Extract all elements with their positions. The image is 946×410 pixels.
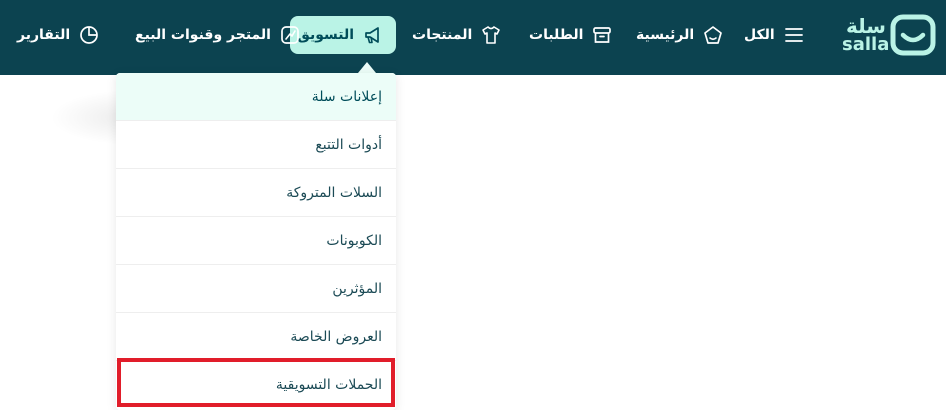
salla-logo[interactable]: سلة salla [840, 14, 936, 62]
nav-item-marketing[interactable]: التسويق [290, 16, 396, 54]
menu-item-coupons[interactable]: الكوبونات [116, 217, 396, 265]
logo-text-latin: salla [842, 34, 890, 55]
nav-item-store-channels[interactable]: المتجر وقنوات البيع [135, 16, 301, 54]
home-icon [704, 26, 723, 44]
menu-item-abandoned-carts[interactable]: السلات المتروكة [116, 169, 396, 217]
tshirt-icon [482, 26, 501, 44]
menu-icon [784, 28, 803, 42]
menu-item-special-offers[interactable]: العروض الخاصة [116, 313, 396, 361]
nav-label-products: المنتجات [412, 27, 473, 43]
marketing-dropdown-menu: إعلانات سلة أدوات التتبع السلات المتروكة… [116, 73, 396, 410]
nav-label-all: الكل [744, 27, 775, 43]
menu-item-marketing-campaigns[interactable]: الحملات التسويقية [116, 361, 396, 409]
menu-item-salla-ads[interactable]: إعلانات سلة [116, 73, 396, 121]
menu-item-influencers[interactable]: المؤثرين [116, 265, 396, 313]
nav-item-products[interactable]: المنتجات [412, 16, 502, 54]
megaphone-icon [365, 27, 379, 44]
nav-item-orders[interactable]: الطلبات [529, 16, 613, 54]
dropdown-caret [358, 62, 376, 73]
nav-item-all[interactable]: الكل [744, 16, 805, 54]
nav-label-store-channels: المتجر وقنوات البيع [135, 27, 271, 43]
nav-label-reports: التقارير [17, 27, 71, 43]
logo-bag-icon [890, 14, 936, 56]
store-chart-icon [281, 26, 299, 44]
nav-item-reports[interactable]: التقارير [17, 16, 100, 54]
nav-label-marketing: التسويق [297, 27, 354, 43]
top-navigation-bar: سلة salla الكل الرئيسية الطلبات المنتجات… [0, 0, 946, 75]
nav-label-home: الرئيسية [636, 27, 695, 43]
pie-chart-icon [80, 26, 98, 44]
archive-box-icon [593, 27, 612, 43]
menu-item-tracking-tools[interactable]: أدوات التتبع [116, 121, 396, 169]
nav-label-orders: الطلبات [529, 27, 584, 43]
nav-item-home[interactable]: الرئيسية [636, 16, 724, 54]
